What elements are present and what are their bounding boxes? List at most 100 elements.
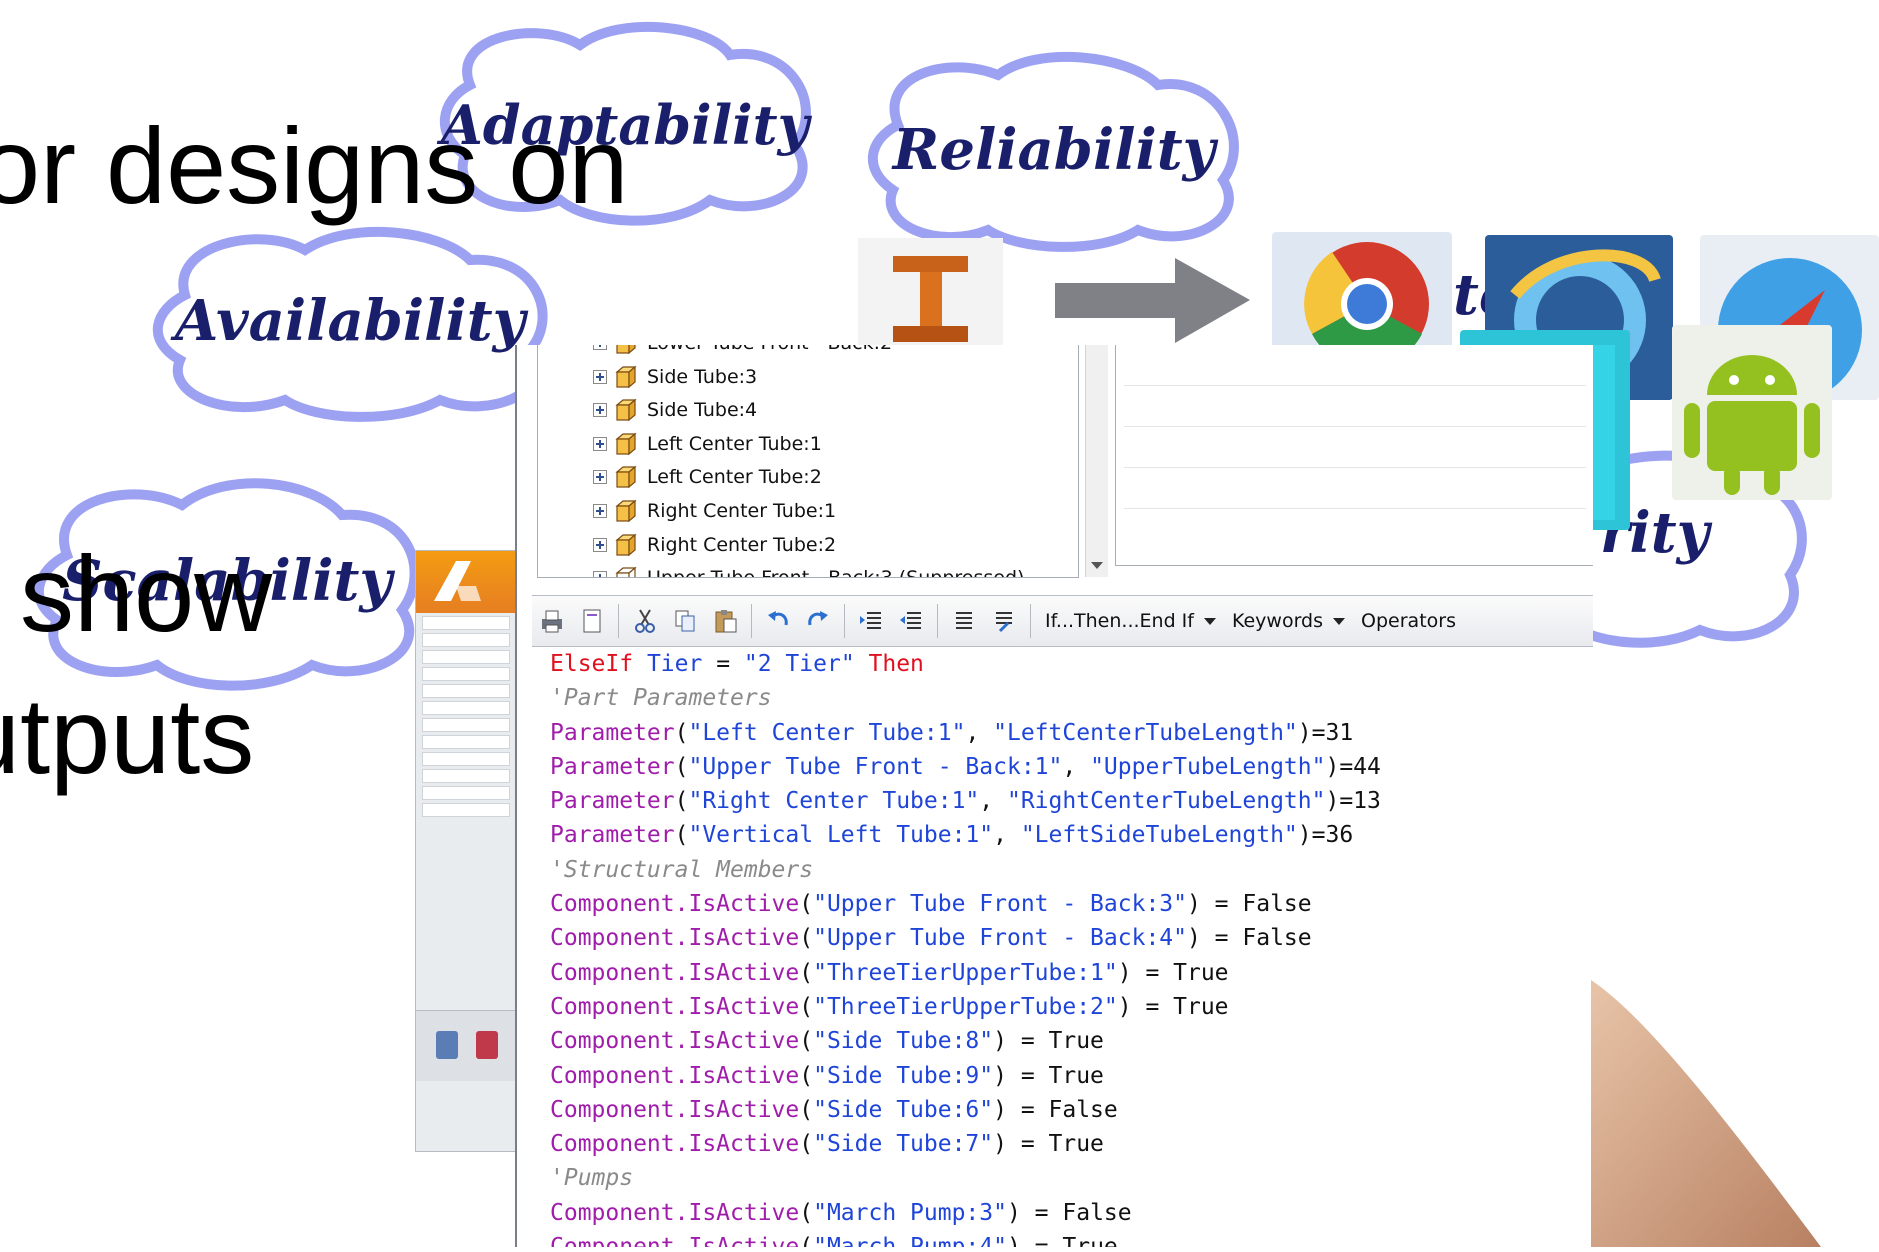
tool-icon[interactable] xyxy=(436,1031,458,1059)
redo-icon[interactable] xyxy=(801,604,835,638)
code-token: "Side Tube:9" xyxy=(813,1062,994,1089)
copy-icon[interactable] xyxy=(668,604,702,638)
tree-item[interactable]: Right Center Tube:1 xyxy=(593,495,836,527)
code-line: Component.IsActive("Upper Tube Front - B… xyxy=(550,921,1590,955)
list-item[interactable] xyxy=(422,684,510,698)
expand-icon[interactable] xyxy=(593,537,607,552)
list-item[interactable] xyxy=(422,752,510,766)
list-item[interactable] xyxy=(422,735,510,749)
code-line: Component.IsActive("March Pump:3") = Fal… xyxy=(550,1196,1590,1230)
code-line: Component.IsActive("ThreeTierUpperTube:1… xyxy=(550,956,1590,990)
tree-item[interactable]: Side Tube:4 xyxy=(593,394,757,426)
code-token: "Upper Tube Front - Back:4" xyxy=(813,925,1187,952)
side-window-header xyxy=(416,551,516,613)
code-token: "2 Tier" xyxy=(743,651,855,677)
uncomment-icon[interactable] xyxy=(987,604,1021,638)
list-item[interactable] xyxy=(422,616,510,630)
code-token: "Left Center Tube:1" xyxy=(688,719,966,746)
scroll-down-icon[interactable] xyxy=(1091,562,1103,569)
list-item[interactable] xyxy=(422,701,510,715)
expand-icon[interactable] xyxy=(593,504,607,518)
code-token: ( xyxy=(799,993,814,1020)
code-token: Parameter xyxy=(550,822,675,849)
tree-item[interactable]: Left Center Tube:1 xyxy=(593,428,822,460)
code-token: ( xyxy=(799,1028,814,1055)
undo-icon[interactable] xyxy=(761,604,795,638)
tree-item[interactable]: Side Tube:3 xyxy=(593,361,757,393)
code-token: , xyxy=(979,788,1007,815)
keywords-dropdown[interactable]: Keywords xyxy=(1232,610,1346,632)
code-line: Component.IsActive("Side Tube:9") = True xyxy=(550,1059,1590,1093)
code-token: "RightCenterTubeLength" xyxy=(1006,788,1326,815)
expand-icon[interactable] xyxy=(593,571,607,577)
code-token: , xyxy=(993,822,1021,849)
model-tree: Lower Tube Front - Back:2 Side Tube:3 Side… xyxy=(537,345,1079,578)
tree-item[interactable]: Lower Tube Front - Back:2 xyxy=(593,345,892,359)
code-line: Component.IsActive("Side Tube:7") = True xyxy=(550,1127,1590,1161)
code-token: "Vertical Left Tube:1" xyxy=(688,822,994,849)
code-token: "March Pump:4" xyxy=(813,1234,1007,1247)
code-token: "Side Tube:7" xyxy=(813,1131,994,1158)
chevron-down-icon xyxy=(1203,617,1216,625)
dropdown-label: If...Then...End If xyxy=(1045,610,1194,632)
code-token: Component.IsActive xyxy=(550,959,800,986)
list-item[interactable] xyxy=(422,769,510,783)
code-line: Component.IsActive("Side Tube:8") = True xyxy=(550,1024,1590,1058)
tree-item-label: Left Center Tube:2 xyxy=(647,466,822,489)
tree-item[interactable]: Left Center Tube:2 xyxy=(593,461,822,493)
code-line: 'Part Parameters xyxy=(550,681,1590,715)
code-line: Component.IsActive("Side Tube:6") = Fals… xyxy=(550,1093,1590,1127)
code-token: Component.IsActive xyxy=(550,925,800,952)
code-token: ) = False xyxy=(1186,925,1312,952)
part-icon xyxy=(615,566,637,577)
list-item[interactable] xyxy=(422,667,510,681)
code-token: ) = False xyxy=(993,1096,1118,1123)
toolbar-separator xyxy=(751,604,752,638)
tree-item[interactable]: Right Center Tube:2 xyxy=(593,529,836,561)
if-then-dropdown[interactable]: If...Then...End If xyxy=(1045,610,1216,632)
expand-icon[interactable] xyxy=(593,470,607,485)
tool-icon[interactable] xyxy=(476,1031,498,1059)
tree-item-label: Side Tube:4 xyxy=(647,399,758,422)
code-token: ) = True xyxy=(1117,993,1229,1020)
tree-scrollbar[interactable] xyxy=(1085,345,1108,577)
page-icon[interactable] xyxy=(575,604,609,638)
list-item[interactable] xyxy=(422,718,510,732)
code-token: Parameter xyxy=(550,788,675,815)
code-token: ) = True xyxy=(993,1131,1104,1158)
inventor-icon xyxy=(858,238,1003,348)
code-token: Parameter xyxy=(550,753,675,780)
code-token: "March Pump:3" xyxy=(813,1199,1007,1226)
expand-icon[interactable] xyxy=(593,345,607,350)
autodesk-logo-icon xyxy=(434,561,481,601)
expand-icon[interactable] xyxy=(593,403,607,418)
code-token: "Upper Tube Front - Back:1" xyxy=(688,753,1063,780)
indent-icon[interactable] xyxy=(854,604,888,638)
code-token: ( xyxy=(674,788,689,815)
print-icon[interactable] xyxy=(535,604,569,638)
expand-icon[interactable] xyxy=(593,369,607,384)
code-token: )=44 xyxy=(1325,753,1381,780)
operators-dropdown[interactable]: Operators xyxy=(1361,610,1456,632)
tree-item[interactable]: Upper Tube Front - Back:3 (Suppressed) xyxy=(593,562,1024,577)
part-icon xyxy=(615,533,637,556)
list-item[interactable] xyxy=(422,650,510,664)
tree-item-label: Side Tube:3 xyxy=(647,365,758,388)
list-item[interactable] xyxy=(422,633,510,647)
cut-icon[interactable] xyxy=(628,604,662,638)
code-editor[interactable]: ElseIf Tier = "2 Tier" Then 'Part Paramet… xyxy=(550,647,1590,1247)
list-item[interactable] xyxy=(422,786,510,800)
part-icon xyxy=(615,365,637,388)
side-window xyxy=(415,550,517,1152)
code-token: "ThreeTierUpperTube:1" xyxy=(813,959,1118,986)
expand-icon[interactable] xyxy=(593,436,607,451)
properties-pane xyxy=(1115,345,1593,566)
outdent-icon[interactable] xyxy=(894,604,928,638)
tree-item-label: Left Center Tube:1 xyxy=(647,432,822,455)
list-item[interactable] xyxy=(422,803,510,817)
paste-icon[interactable] xyxy=(708,604,742,638)
code-token: , xyxy=(1062,753,1091,780)
code-token: 'Pumps xyxy=(550,1165,634,1192)
comment-icon[interactable] xyxy=(947,604,981,638)
